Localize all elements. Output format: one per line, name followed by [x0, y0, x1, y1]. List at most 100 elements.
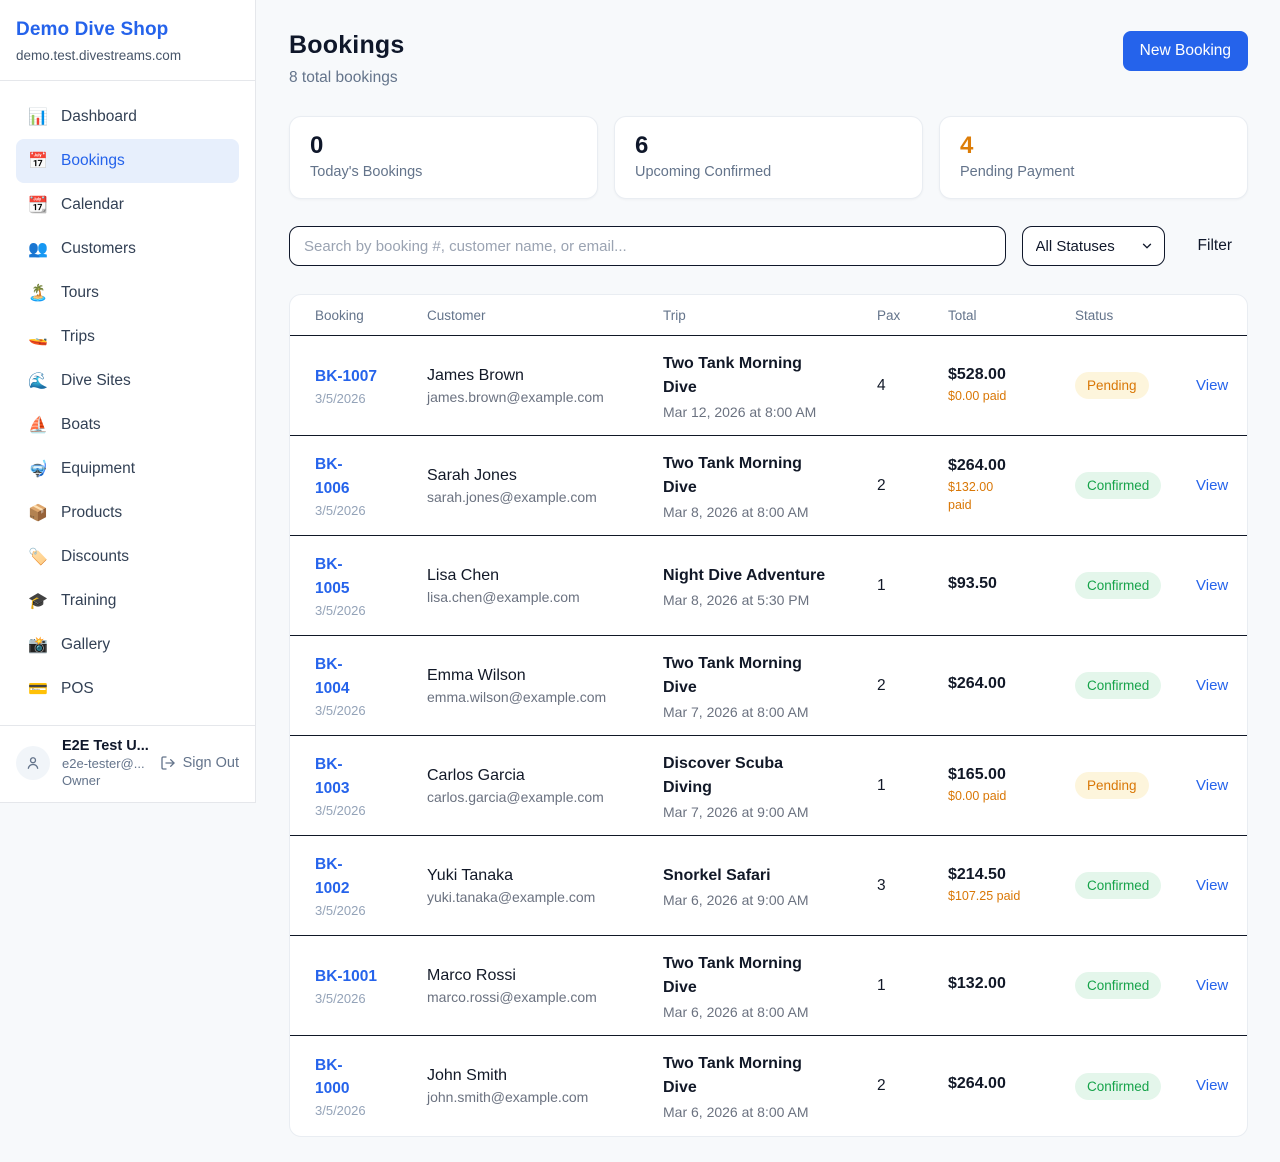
stats-cards: 0 Today's Bookings 6 Upcoming Confirmed …: [289, 116, 1248, 199]
sidebar: Demo Dive Shop demo.test.divestreams.com…: [0, 0, 256, 803]
sidebar-nav: 📊Dashboard 📅Bookings 📆Calendar 👥Customer…: [0, 81, 255, 725]
total-amount: $264.00: [948, 675, 1075, 693]
sidebar-item-calendar[interactable]: 📆Calendar: [16, 183, 239, 227]
booking-id-link[interactable]: BK-1001: [315, 965, 377, 988]
trip-name: Snorkel Safari: [663, 864, 877, 888]
trip-datetime: Mar 7, 2026 at 9:00 AM: [663, 804, 877, 820]
col-header-total: Total: [948, 308, 1075, 323]
stat-card-todays-bookings: 0 Today's Bookings: [289, 116, 598, 199]
sidebar-item-pos[interactable]: 💳POS: [16, 667, 239, 711]
view-link[interactable]: View: [1196, 977, 1228, 994]
col-header-pax: Pax: [877, 308, 948, 323]
sidebar-item-label: Trips: [61, 328, 95, 346]
view-link[interactable]: View: [1196, 577, 1228, 594]
search-input[interactable]: [289, 226, 1006, 266]
trip-name: Night Dive Adventure: [663, 564, 877, 588]
sidebar-item-gallery[interactable]: 📸Gallery: [16, 623, 239, 667]
booking-id-link[interactable]: BK- 1002: [315, 853, 349, 900]
booking-id-link[interactable]: BK- 1004: [315, 653, 349, 700]
sidebar-item-customers[interactable]: 👥Customers: [16, 227, 239, 271]
sidebar-item-dashboard[interactable]: 📊Dashboard: [16, 95, 239, 139]
trip-name: Two Tank Morning Dive: [663, 352, 877, 400]
tag-icon: 🏷️: [28, 547, 48, 567]
view-link[interactable]: View: [1196, 777, 1228, 794]
booking-date: 3/5/2026: [315, 803, 427, 818]
sidebar-item-products[interactable]: 📦Products: [16, 491, 239, 535]
booking-date: 3/5/2026: [315, 503, 427, 518]
trip-datetime: Mar 8, 2026 at 8:00 AM: [663, 504, 877, 520]
sidebar-item-bookings[interactable]: 📅Bookings: [16, 139, 239, 183]
sidebar-item-equipment[interactable]: 🤿Equipment: [16, 447, 239, 491]
customer-name: John Smith: [427, 1067, 663, 1085]
speedboat-icon: 🚤: [28, 327, 48, 347]
status-badge: Pending: [1075, 372, 1149, 399]
pax-count: 2: [877, 477, 948, 495]
table-row: BK- 10063/5/2026 Sarah Jonessarah.jones@…: [290, 436, 1247, 536]
view-link[interactable]: View: [1196, 1077, 1228, 1094]
sidebar-item-label: Tours: [61, 284, 99, 302]
filter-button[interactable]: Filter: [1198, 237, 1232, 255]
booking-id-link[interactable]: BK- 1005: [315, 553, 349, 600]
booking-date: 3/5/2026: [315, 1103, 427, 1118]
stat-card-upcoming-confirmed: 6 Upcoming Confirmed: [614, 116, 923, 199]
total-amount: $528.00: [948, 366, 1075, 384]
stat-card-pending-payment: 4 Pending Payment: [939, 116, 1248, 199]
camera-icon: 📸: [28, 635, 48, 655]
main-content: Bookings 8 total bookings New Booking 0 …: [256, 0, 1280, 1137]
sidebar-item-tours[interactable]: 🏝️Tours: [16, 271, 239, 315]
table-header: Booking Customer Trip Pax Total Status: [290, 295, 1247, 336]
pax-count: 1: [877, 577, 948, 595]
sidebar-item-training[interactable]: 🎓 Training: [16, 579, 239, 623]
booking-date: 3/5/2026: [315, 903, 427, 918]
sidebar-item-boats[interactable]: ⛵Boats: [16, 403, 239, 447]
col-header-status: Status: [1075, 308, 1196, 323]
view-link[interactable]: View: [1196, 377, 1228, 394]
booking-id-link[interactable]: BK- 1006: [315, 453, 349, 500]
col-header-customer: Customer: [427, 308, 663, 323]
booking-date: 3/5/2026: [315, 391, 427, 406]
view-link[interactable]: View: [1196, 677, 1228, 694]
sidebar-item-label: Training: [61, 592, 116, 610]
booking-id-link[interactable]: BK-1007: [315, 365, 377, 388]
booking-date: 3/5/2026: [315, 703, 427, 718]
trip-datetime: Mar 8, 2026 at 5:30 PM: [663, 592, 877, 608]
page-header: Bookings 8 total bookings New Booking: [289, 31, 1248, 87]
customer-name: Marco Rossi: [427, 967, 663, 985]
stat-value: 0: [310, 132, 577, 160]
sign-out-button[interactable]: Sign Out: [160, 755, 239, 771]
people-icon: 👥: [28, 239, 48, 259]
trip-name: Two Tank Morning Dive: [663, 652, 877, 700]
pax-count: 2: [877, 1077, 948, 1095]
customer-name: Carlos Garcia: [427, 767, 663, 785]
sidebar-item-trips[interactable]: 🚤 Trips: [16, 315, 239, 359]
paid-amount: $0.00 paid: [948, 388, 1075, 406]
status-badge: Confirmed: [1075, 472, 1161, 499]
sidebar-item-label: Discounts: [61, 548, 129, 566]
trip-datetime: Mar 6, 2026 at 8:00 AM: [663, 1004, 877, 1020]
sidebar-item-discounts[interactable]: 🏷️ Discounts: [16, 535, 239, 579]
view-link[interactable]: View: [1196, 477, 1228, 494]
total-amount: $93.50: [948, 575, 1075, 593]
sidebar-item-label: Equipment: [61, 460, 135, 478]
booking-date: 3/5/2026: [315, 991, 427, 1006]
sidebar-item-label: Boats: [61, 416, 101, 434]
graduation-cap-icon: 🎓: [28, 591, 48, 611]
customer-email: emma.wilson@example.com: [427, 689, 663, 705]
status-select[interactable]: All Statuses: [1022, 226, 1165, 266]
total-amount: $264.00: [948, 1075, 1075, 1093]
total-amount: $132.00: [948, 975, 1075, 993]
view-link[interactable]: View: [1196, 877, 1228, 894]
total-amount: $165.00: [948, 766, 1075, 784]
col-header-trip: Trip: [663, 308, 877, 323]
booking-id-link[interactable]: BK- 1000: [315, 1054, 349, 1101]
new-booking-button[interactable]: New Booking: [1123, 31, 1248, 71]
status-badge: Confirmed: [1075, 872, 1161, 899]
customer-name: Lisa Chen: [427, 567, 663, 585]
sidebar-item-label: Bookings: [61, 152, 125, 170]
stat-label: Upcoming Confirmed: [635, 164, 902, 180]
table-row: BK-10013/5/2026 Marco Rossimarco.rossi@e…: [290, 936, 1247, 1036]
sidebar-item-dive-sites[interactable]: 🌊Dive Sites: [16, 359, 239, 403]
booking-id-link[interactable]: BK- 1003: [315, 753, 349, 800]
bar-chart-icon: 📊: [28, 107, 48, 127]
customer-email: carlos.garcia@example.com: [427, 789, 663, 805]
